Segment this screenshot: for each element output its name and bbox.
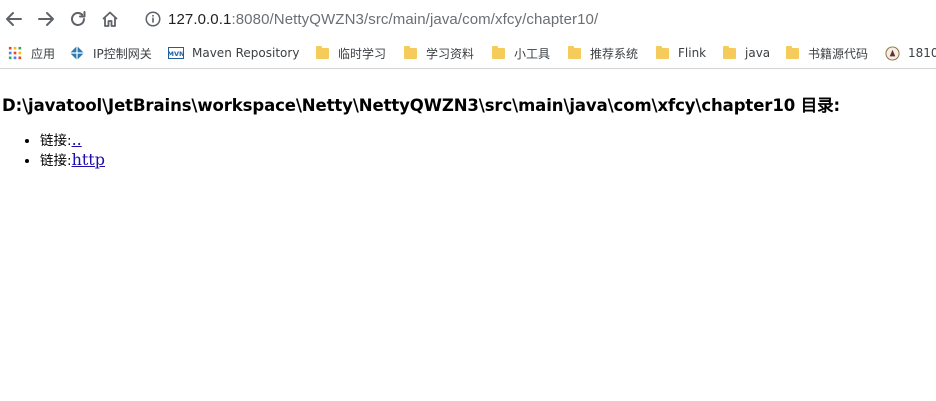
diamond-site-icon xyxy=(69,45,85,61)
folder-icon xyxy=(402,45,418,61)
back-arrow-icon[interactable] xyxy=(2,7,26,31)
bookmark-apps[interactable]: 应用 xyxy=(7,42,55,64)
bookmark-folder-recommender[interactable]: 推荐系统 xyxy=(566,42,638,64)
forward-arrow-icon[interactable] xyxy=(34,7,58,31)
bookmark-label: Maven Repository xyxy=(192,46,300,60)
page-content: D:\javatool\JetBrains\workspace\Netty\Ne… xyxy=(0,70,936,401)
bookmark-folder-book-source[interactable]: 书籍源代码 xyxy=(784,42,868,64)
home-icon[interactable] xyxy=(98,7,122,31)
page-title: D:\javatool\JetBrains\workspace\Netty\Ne… xyxy=(2,96,841,115)
bookmark-maven-repository[interactable]: MVN Maven Repository xyxy=(168,42,299,64)
folder-icon xyxy=(654,45,670,61)
url-path: :8080/NettyQWZN3/src/main/java/com/xfcy/… xyxy=(231,10,599,28)
bookmark-ip-gateway[interactable]: IP控制网关 xyxy=(69,42,152,64)
http-directory-link[interactable]: http xyxy=(72,150,105,169)
list-item: 链接:.. xyxy=(40,130,105,150)
bookmark-label: java xyxy=(745,46,771,60)
mvn-logo-icon: MVN xyxy=(168,45,184,61)
bookmark-label: IP控制网关 xyxy=(93,46,152,61)
toolbar-right-area xyxy=(800,0,936,38)
apps-grid-icon xyxy=(7,45,23,61)
bookmark-label: 推荐系统 xyxy=(590,46,639,61)
bookmark-label: 临时学习 xyxy=(338,46,387,61)
address-bar[interactable]: 127.0.0.1:8080/NettyQWZN3/src/main/java/… xyxy=(134,2,794,36)
bookmark-label: 应用 xyxy=(31,46,56,61)
bookmark-label: 书籍源代码 xyxy=(808,46,869,61)
url-host: 127.0.0.1 xyxy=(168,10,232,28)
directory-list: 链接:.. 链接:http xyxy=(40,130,105,170)
link-prefix: 链接: xyxy=(40,133,72,149)
reload-icon[interactable] xyxy=(66,7,90,31)
bookmark-folder-flink[interactable]: Flink xyxy=(654,42,706,64)
bookmark-label: 小工具 xyxy=(514,46,551,61)
bookmark-1810[interactable]: 1810 xyxy=(884,42,936,64)
bookmarks-bar: 应用 IP控制网关 MVN Maven Repository 临时学习 学习资料… xyxy=(0,38,936,69)
folder-icon xyxy=(566,45,582,61)
url-text[interactable]: 127.0.0.1:8080/NettyQWZN3/src/main/java/… xyxy=(168,11,598,28)
bookmark-folder-temp-study[interactable]: 临时学习 xyxy=(314,42,386,64)
bookmark-folder-java[interactable]: java xyxy=(721,42,770,64)
svg-text:MVN: MVN xyxy=(168,50,184,58)
parent-directory-link[interactable]: .. xyxy=(72,130,82,149)
university-seal-icon xyxy=(884,45,900,61)
folder-icon xyxy=(784,45,800,61)
bookmark-label: Flink xyxy=(678,46,707,60)
link-prefix: 链接: xyxy=(40,153,72,169)
bookmark-label: 学习资料 xyxy=(426,46,475,61)
bookmark-label: 1810 xyxy=(908,46,936,60)
browser-toolbar: 127.0.0.1:8080/NettyQWZN3/src/main/java/… xyxy=(0,0,936,38)
folder-icon xyxy=(721,45,737,61)
info-circle-icon[interactable] xyxy=(142,8,164,30)
folder-icon xyxy=(490,45,506,61)
bookmark-folder-tools[interactable]: 小工具 xyxy=(490,42,550,64)
list-item: 链接:http xyxy=(40,150,105,170)
folder-icon xyxy=(314,45,330,61)
bookmark-folder-study-materials[interactable]: 学习资料 xyxy=(402,42,474,64)
